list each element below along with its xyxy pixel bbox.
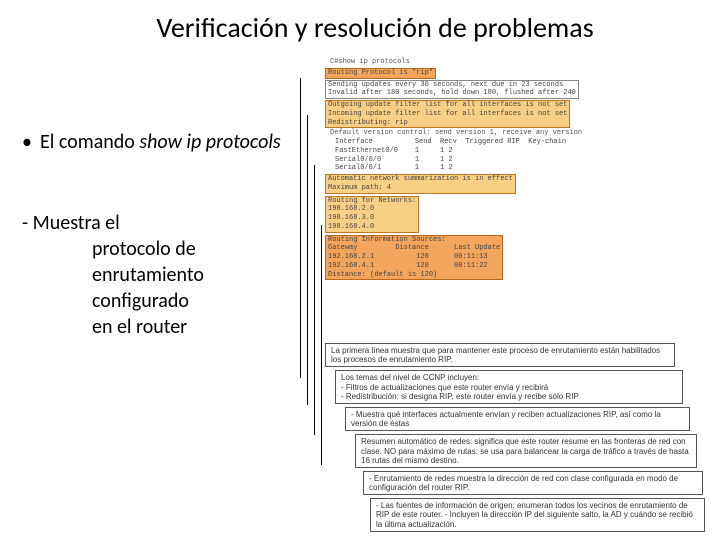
iface-row-1: FastEthernet0/0 1 1 2: [335, 147, 680, 156]
left-column: • El comando show ip protocols - Muestra…: [22, 130, 282, 340]
box-updates: Sending updates every 30 seconds, next d…: [325, 80, 579, 100]
leader-4: [321, 225, 322, 465]
callout-5: - Enrutamiento de redes muestra la direc…: [363, 471, 703, 495]
callout-2: Los temas del nivel de CCNP incluyen: - …: [335, 370, 683, 404]
callout-stack: La primera línea muestra que para manten…: [325, 340, 705, 535]
sub-block: - Muestra el protocolo de enrutamiento c…: [22, 210, 282, 340]
hl-protocol: Routing Protocol is "rip": [325, 68, 436, 79]
hl-networks: Routing for Networks: 198.168.2.0 198.16…: [325, 196, 419, 233]
ris-header: Routing Information Sources:: [328, 236, 446, 244]
sub-l3: configurado: [22, 288, 282, 314]
bullet-prefix: El comando: [40, 130, 139, 154]
sub-l4: en el router: [22, 314, 282, 340]
leader-3: [314, 165, 315, 435]
ris-distance: Distance: (default is 120): [328, 271, 437, 279]
ris-row-1: 192.168.2.1 120 00:11:13: [328, 253, 500, 262]
ris-row-2: 192.168.4.1 120 00:11:22: [328, 262, 500, 271]
line-out-filter: Outgoing update filter list for all inte…: [328, 101, 567, 109]
line-updates: Sending updates every 30 seconds, next d…: [328, 81, 563, 89]
line-autosum: Automatic network summarization is in ef…: [328, 175, 513, 183]
bullet-item: • El comando show ip protocols: [22, 130, 282, 155]
line-in-filter: Incoming update filter list for all inte…: [328, 110, 567, 118]
terminal-output: C#show ip protocols Routing Protocol is …: [325, 58, 680, 358]
bullet-text: El comando show ip protocols: [40, 130, 282, 155]
hl-filters: Outgoing update filter list for all inte…: [325, 100, 570, 128]
callout-2-line2: - Filtros de actualizaciones que este ro…: [341, 383, 548, 392]
bullet-command: show ip protocols: [139, 130, 280, 154]
callout-1: La primera línea muestra que para manten…: [325, 343, 675, 367]
iface-row-2: Serial0/0/0 1 1 2: [335, 156, 680, 165]
bullet-dot: •: [22, 130, 40, 155]
callout-2-line3: - Redistribución: si designa RIP, este r…: [341, 392, 579, 401]
leader-lines: [298, 70, 338, 530]
sub-l1: protocolo de: [22, 236, 282, 262]
sub-lead: - Muestra el: [22, 210, 282, 236]
callout-2-line1: Los temas del nivel de CCNP incluyen:: [341, 373, 479, 382]
iface-header: Interface Send Recv Triggered RIP Key-ch…: [335, 138, 680, 147]
leader-1: [300, 78, 301, 378]
hl-autosum: Automatic network summarization is in ef…: [325, 174, 516, 194]
line-routing-for: Routing for Networks:: [328, 197, 416, 205]
line-redist: Redistributing: rip: [328, 119, 408, 127]
leader-2: [307, 115, 308, 405]
hl-ris: Routing Information Sources: Gateway Dis…: [325, 235, 503, 281]
sub-l2: enrutamiento: [22, 262, 282, 288]
slide-title: Verificación y resolución de problemas: [0, 0, 720, 45]
callout-4: Resumen automático de redes: significa q…: [355, 434, 697, 468]
iface-row-3: Serial0/0/1 1 1 2: [335, 164, 680, 173]
cli-command: C#show ip protocols: [330, 58, 680, 67]
line-invalid: Invalid after 180 seconds, hold down 180…: [328, 89, 576, 97]
callout-6: - Las fuentes de información de origen: …: [370, 498, 705, 532]
callout-3: - Muestra qué interfaces actualmente env…: [345, 407, 690, 431]
ris-cols: Gateway Distance Last Update: [328, 244, 500, 253]
line-version: Default version control: send version 1,…: [330, 129, 680, 138]
